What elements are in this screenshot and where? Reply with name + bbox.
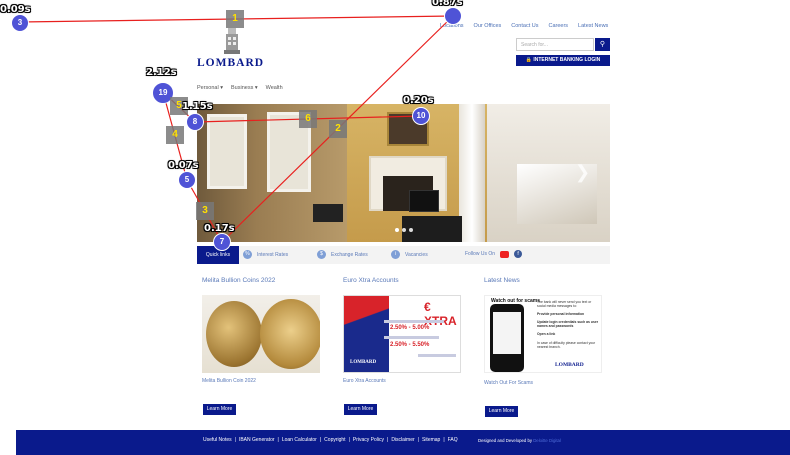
xtra-text-line — [384, 336, 439, 339]
time-label: 0.07s — [168, 160, 199, 171]
xtra-text-line — [384, 320, 444, 323]
exchange-icon: $ — [317, 250, 326, 259]
carousel-next-icon[interactable]: ❯ — [575, 162, 590, 183]
time-label: 0.17s — [204, 223, 235, 234]
search-button[interactable]: ⚲ — [595, 38, 610, 51]
column-caption[interactable]: Euro Xtra Accounts — [343, 378, 386, 384]
footer-link[interactable]: Loan Calculator — [282, 437, 317, 443]
scams-image[interactable]: Watch out for scams The bank will never … — [484, 295, 602, 373]
scam-text: Provide personal information — [537, 312, 585, 316]
footer-links: Useful Notes | IBAN Generator | Loan Calcu… — [203, 437, 458, 443]
learn-more-button[interactable]: Learn More — [485, 406, 518, 417]
trajectory-marker: 8 — [186, 113, 204, 131]
xtra-title: € XTRA — [424, 300, 457, 328]
top-link-contact[interactable]: Contact Us — [511, 23, 538, 29]
credit-brand[interactable]: Deloitte Digital — [533, 438, 561, 443]
footer-link[interactable]: Privacy Policy — [353, 437, 384, 443]
time-label: 0.20s — [403, 95, 434, 106]
euro-xtra-image[interactable]: € XTRA 2.50% - 5.00% 2.50% - 5.50% LOMBA… — [343, 295, 461, 373]
xtra-rate: 2.50% - 5.50% — [390, 342, 430, 348]
quicklink-label: Interest Rates — [257, 251, 289, 258]
step-label: 4 — [166, 126, 184, 144]
quicklinks-bar: Quick links % Interest Rates $ Exchange … — [197, 246, 610, 264]
hero-window — [207, 114, 247, 189]
time-label: 0.87s — [432, 0, 463, 8]
credit-prefix: Designed and Developed by — [478, 438, 532, 443]
hero-monitor — [409, 190, 439, 212]
quicklink-exchange-rates[interactable]: $ Exchange Rates — [317, 250, 368, 259]
nav-business[interactable]: Business ▾ — [231, 85, 258, 91]
hero-printer — [313, 204, 343, 222]
scam-text: Open a link — [537, 332, 556, 336]
time-label: 1.15s — [182, 101, 213, 112]
learn-more-button[interactable]: Learn More — [344, 404, 377, 415]
footer-link[interactable]: Copyright — [324, 437, 345, 443]
quicklink-label: Vacancies — [405, 251, 428, 258]
step-label: 3 — [196, 202, 214, 220]
scam-text: In case of difficulty please contact you… — [537, 341, 596, 349]
hero-column — [459, 104, 485, 242]
step-label: 2 — [329, 120, 347, 138]
learn-more-button[interactable]: Learn More — [203, 404, 236, 415]
logo[interactable]: LOMBARD — [197, 57, 264, 69]
internet-banking-button[interactable]: 🔒 INTERNET BANKING LOGIN — [516, 55, 610, 66]
step-label: 6 — [299, 110, 317, 128]
logo-emblem-icon — [224, 28, 240, 54]
nav-personal[interactable]: Personal ▾ — [197, 85, 223, 91]
quicklink-vacancies[interactable]: i Vacancies — [391, 250, 428, 259]
xtra-text-line — [418, 354, 456, 357]
column-title[interactable]: Melita Bullion Coins 2022 — [202, 277, 275, 284]
top-links: Locations Our Offices Contact Us Careers… — [440, 23, 608, 29]
footer-link[interactable]: Sitemap — [422, 437, 440, 443]
top-link-news[interactable]: Latest News — [578, 23, 608, 29]
xtra-rate: 2.50% - 5.00% — [390, 325, 430, 331]
coin-icon — [206, 301, 262, 367]
trajectory-marker: 5 — [178, 171, 196, 189]
facebook-icon[interactable]: f — [514, 250, 523, 258]
step-label: 1 — [226, 10, 244, 28]
trajectory-marker — [444, 7, 462, 25]
phone-screen — [493, 312, 521, 354]
time-label: 2.12s — [146, 67, 177, 78]
column-title[interactable]: Euro Xtra Accounts — [343, 277, 399, 284]
scam-brand: LOMBARD — [555, 362, 584, 368]
trajectory-marker: 3 — [11, 14, 29, 32]
hero-carousel[interactable]: ❯ — [197, 104, 610, 242]
search-input[interactable]: Search for... — [516, 38, 594, 51]
bullion-coins-image[interactable] — [202, 295, 320, 373]
footer-link[interactable]: IBAN Generator — [239, 437, 275, 443]
column-caption[interactable]: Melita Bullion Coin 2022 — [202, 378, 256, 384]
carousel-dots[interactable] — [395, 228, 413, 232]
search-icon: ⚲ — [599, 41, 606, 48]
footer-credit: Designed and Developed by Deloitte Digit… — [478, 438, 561, 443]
time-label: 0.09s — [0, 4, 31, 15]
percent-icon: % — [243, 250, 252, 259]
main-nav: Personal ▾ Business ▾ Wealth — [197, 85, 283, 91]
column-title[interactable]: Latest News — [484, 277, 520, 284]
footer-link[interactable]: Disclaimer — [391, 437, 414, 443]
scam-text: The bank will never send you text or soc… — [537, 300, 592, 308]
nav-wealth[interactable]: Wealth — [266, 85, 283, 91]
follow-label: Follow Us On — [465, 251, 496, 257]
footer-link[interactable]: Useful Notes — [203, 437, 232, 443]
briefcase-icon: i — [391, 250, 400, 259]
quicklink-interest-rates[interactable]: % Interest Rates — [243, 250, 288, 259]
xtra-brand: LOMBARD — [350, 360, 377, 365]
youtube-icon[interactable] — [500, 250, 510, 258]
internet-banking-label: INTERNET BANKING LOGIN — [533, 57, 601, 63]
footer-link[interactable]: FAQ — [448, 437, 458, 443]
column-caption[interactable]: Watch Out For Scams — [484, 380, 533, 386]
quicklink-label: Exchange Rates — [331, 251, 368, 258]
top-link-offices[interactable]: Our Offices — [474, 23, 502, 29]
trajectory-marker: 10 — [412, 107, 430, 125]
follow-us: Follow Us On f — [465, 250, 523, 258]
scam-text: Update login credentials such as user na… — [537, 320, 599, 328]
trajectory-marker: 7 — [213, 233, 231, 251]
top-link-careers[interactable]: Careers — [548, 23, 568, 29]
coin-icon — [260, 299, 320, 369]
